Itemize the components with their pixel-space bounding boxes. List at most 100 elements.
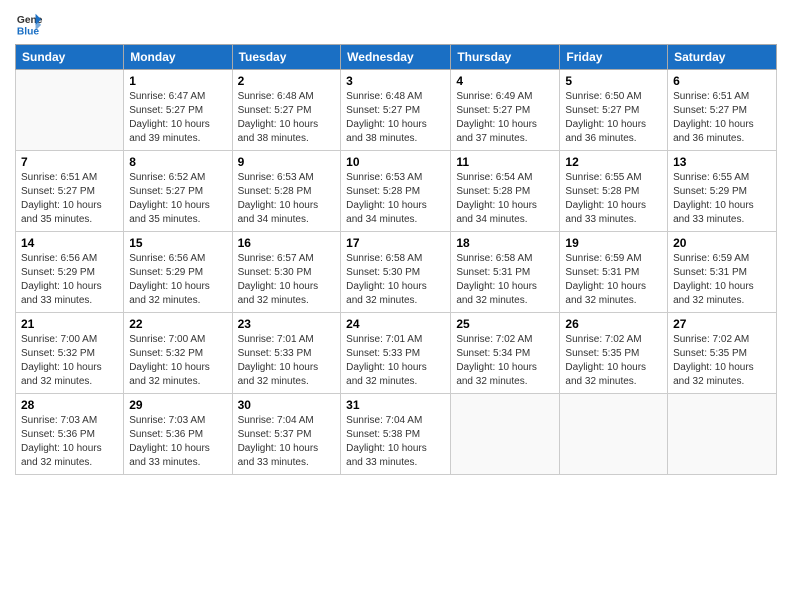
calendar-cell: 29 Sunrise: 7:03 AM Sunset: 5:36 PM Dayli…: [124, 394, 232, 475]
column-header-saturday: Saturday: [668, 45, 777, 70]
day-info: Sunrise: 6:53 AM Sunset: 5:28 PM Dayligh…: [346, 171, 445, 227]
day-info: Sunrise: 7:00 AM Sunset: 5:32 PM Dayligh…: [21, 333, 118, 389]
calendar-cell: 13 Sunrise: 6:55 AM Sunset: 5:29 PM Dayli…: [668, 151, 777, 232]
day-number: 5: [565, 74, 662, 88]
page-header: General Blue: [15, 10, 777, 38]
day-number: 13: [673, 155, 771, 169]
calendar-cell: 22 Sunrise: 7:00 AM Sunset: 5:32 PM Dayli…: [124, 313, 232, 394]
day-number: 15: [129, 236, 226, 250]
day-info: Sunrise: 7:00 AM Sunset: 5:32 PM Dayligh…: [129, 333, 226, 389]
day-number: 1: [129, 74, 226, 88]
calendar-week-3: 14 Sunrise: 6:56 AM Sunset: 5:29 PM Dayli…: [16, 232, 777, 313]
day-info: Sunrise: 6:53 AM Sunset: 5:28 PM Dayligh…: [238, 171, 336, 227]
calendar-cell: [16, 70, 124, 151]
day-info: Sunrise: 6:56 AM Sunset: 5:29 PM Dayligh…: [129, 252, 226, 308]
day-number: 31: [346, 398, 445, 412]
day-number: 9: [238, 155, 336, 169]
calendar-cell: 11Sunrise: 6:54 AM Sunset: 5:28 PM Dayli…: [451, 151, 560, 232]
day-number: 3: [346, 74, 445, 88]
calendar-week-1: 1 Sunrise: 6:47 AM Sunset: 5:27 PM Daylig…: [16, 70, 777, 151]
calendar-cell: 3 Sunrise: 6:48 AM Sunset: 5:27 PM Daylig…: [341, 70, 451, 151]
calendar-cell: 15 Sunrise: 6:56 AM Sunset: 5:29 PM Dayli…: [124, 232, 232, 313]
calendar-cell: 7 Sunrise: 6:51 AM Sunset: 5:27 PM Daylig…: [16, 151, 124, 232]
calendar-cell: 18 Sunrise: 6:58 AM Sunset: 5:31 PM Dayli…: [451, 232, 560, 313]
day-info: Sunrise: 6:58 AM Sunset: 5:31 PM Dayligh…: [456, 252, 554, 308]
calendar-cell: 25Sunrise: 7:02 AM Sunset: 5:34 PM Dayli…: [451, 313, 560, 394]
calendar-cell: 24 Sunrise: 7:01 AM Sunset: 5:33 PM Dayli…: [341, 313, 451, 394]
day-info: Sunrise: 6:51 AM Sunset: 5:27 PM Dayligh…: [673, 90, 771, 146]
day-number: 8: [129, 155, 226, 169]
calendar-cell: 9 Sunrise: 6:53 AM Sunset: 5:28 PM Daylig…: [232, 151, 341, 232]
day-info: Sunrise: 7:03 AM Sunset: 5:36 PM Dayligh…: [129, 414, 226, 470]
calendar-cell: 1 Sunrise: 6:47 AM Sunset: 5:27 PM Daylig…: [124, 70, 232, 151]
calendar-cell: 17Sunrise: 6:58 AM Sunset: 5:30 PM Dayli…: [341, 232, 451, 313]
day-number: 26: [565, 317, 662, 331]
column-header-tuesday: Tuesday: [232, 45, 341, 70]
calendar-week-5: 28 Sunrise: 7:03 AM Sunset: 5:36 PM Dayli…: [16, 394, 777, 475]
calendar-cell: 31 Sunrise: 7:04 AM Sunset: 5:38 PM Dayli…: [341, 394, 451, 475]
day-info: Sunrise: 6:51 AM Sunset: 5:27 PM Dayligh…: [21, 171, 118, 227]
day-info: Sunrise: 7:01 AM Sunset: 5:33 PM Dayligh…: [238, 333, 336, 389]
calendar-cell: 14 Sunrise: 6:56 AM Sunset: 5:29 PM Dayli…: [16, 232, 124, 313]
day-info: Sunrise: 7:02 AM Sunset: 5:35 PM Dayligh…: [565, 333, 662, 389]
day-info: Sunrise: 7:03 AM Sunset: 5:36 PM Dayligh…: [21, 414, 118, 470]
column-header-friday: Friday: [560, 45, 668, 70]
day-info: Sunrise: 6:48 AM Sunset: 5:27 PM Dayligh…: [346, 90, 445, 146]
day-number: 6: [673, 74, 771, 88]
calendar-cell: 23Sunrise: 7:01 AM Sunset: 5:33 PM Dayli…: [232, 313, 341, 394]
day-number: 30: [238, 398, 336, 412]
day-number: 14: [21, 236, 118, 250]
day-info: Sunrise: 6:59 AM Sunset: 5:31 PM Dayligh…: [673, 252, 771, 308]
day-number: 28: [21, 398, 118, 412]
page-container: General Blue SundayMondayTuesdayWednesda…: [0, 0, 792, 485]
day-info: Sunrise: 6:56 AM Sunset: 5:29 PM Dayligh…: [21, 252, 118, 308]
day-info: Sunrise: 7:01 AM Sunset: 5:33 PM Dayligh…: [346, 333, 445, 389]
day-info: Sunrise: 6:59 AM Sunset: 5:31 PM Dayligh…: [565, 252, 662, 308]
calendar-week-4: 21Sunrise: 7:00 AM Sunset: 5:32 PM Dayli…: [16, 313, 777, 394]
day-number: 16: [238, 236, 336, 250]
calendar-cell: 20 Sunrise: 6:59 AM Sunset: 5:31 PM Dayli…: [668, 232, 777, 313]
calendar-cell: 6 Sunrise: 6:51 AM Sunset: 5:27 PM Daylig…: [668, 70, 777, 151]
day-info: Sunrise: 6:58 AM Sunset: 5:30 PM Dayligh…: [346, 252, 445, 308]
day-number: 11: [456, 155, 554, 169]
calendar-cell: 8 Sunrise: 6:52 AM Sunset: 5:27 PM Daylig…: [124, 151, 232, 232]
calendar-cell: [451, 394, 560, 475]
logo: General Blue: [15, 10, 45, 38]
calendar-cell: 16Sunrise: 6:57 AM Sunset: 5:30 PM Dayli…: [232, 232, 341, 313]
day-info: Sunrise: 7:02 AM Sunset: 5:35 PM Dayligh…: [673, 333, 771, 389]
column-header-monday: Monday: [124, 45, 232, 70]
day-info: Sunrise: 6:55 AM Sunset: 5:28 PM Dayligh…: [565, 171, 662, 227]
calendar-cell: 12Sunrise: 6:55 AM Sunset: 5:28 PM Dayli…: [560, 151, 668, 232]
calendar-header-row: SundayMondayTuesdayWednesdayThursdayFrid…: [16, 45, 777, 70]
column-header-wednesday: Wednesday: [341, 45, 451, 70]
day-number: 20: [673, 236, 771, 250]
calendar-cell: 26 Sunrise: 7:02 AM Sunset: 5:35 PM Dayli…: [560, 313, 668, 394]
column-header-thursday: Thursday: [451, 45, 560, 70]
day-info: Sunrise: 6:55 AM Sunset: 5:29 PM Dayligh…: [673, 171, 771, 227]
logo-icon: General Blue: [15, 10, 43, 38]
calendar-week-2: 7 Sunrise: 6:51 AM Sunset: 5:27 PM Daylig…: [16, 151, 777, 232]
day-number: 19: [565, 236, 662, 250]
calendar-cell: 30 Sunrise: 7:04 AM Sunset: 5:37 PM Dayli…: [232, 394, 341, 475]
day-number: 29: [129, 398, 226, 412]
day-number: 10: [346, 155, 445, 169]
day-number: 27: [673, 317, 771, 331]
day-number: 22: [129, 317, 226, 331]
calendar-cell: 19 Sunrise: 6:59 AM Sunset: 5:31 PM Dayli…: [560, 232, 668, 313]
calendar-cell: 4Sunrise: 6:49 AM Sunset: 5:27 PM Daylig…: [451, 70, 560, 151]
day-number: 18: [456, 236, 554, 250]
day-number: 7: [21, 155, 118, 169]
day-info: Sunrise: 7:04 AM Sunset: 5:37 PM Dayligh…: [238, 414, 336, 470]
day-info: Sunrise: 6:47 AM Sunset: 5:27 PM Dayligh…: [129, 90, 226, 146]
calendar-cell: 2Sunrise: 6:48 AM Sunset: 5:27 PM Daylig…: [232, 70, 341, 151]
day-number: 25: [456, 317, 554, 331]
calendar-cell: 10 Sunrise: 6:53 AM Sunset: 5:28 PM Dayli…: [341, 151, 451, 232]
column-header-sunday: Sunday: [16, 45, 124, 70]
day-number: 24: [346, 317, 445, 331]
day-info: Sunrise: 7:04 AM Sunset: 5:38 PM Dayligh…: [346, 414, 445, 470]
day-info: Sunrise: 6:52 AM Sunset: 5:27 PM Dayligh…: [129, 171, 226, 227]
calendar-cell: 28 Sunrise: 7:03 AM Sunset: 5:36 PM Dayli…: [16, 394, 124, 475]
calendar-cell: 27 Sunrise: 7:02 AM Sunset: 5:35 PM Dayli…: [668, 313, 777, 394]
calendar-table: SundayMondayTuesdayWednesdayThursdayFrid…: [15, 44, 777, 475]
day-number: 2: [238, 74, 336, 88]
